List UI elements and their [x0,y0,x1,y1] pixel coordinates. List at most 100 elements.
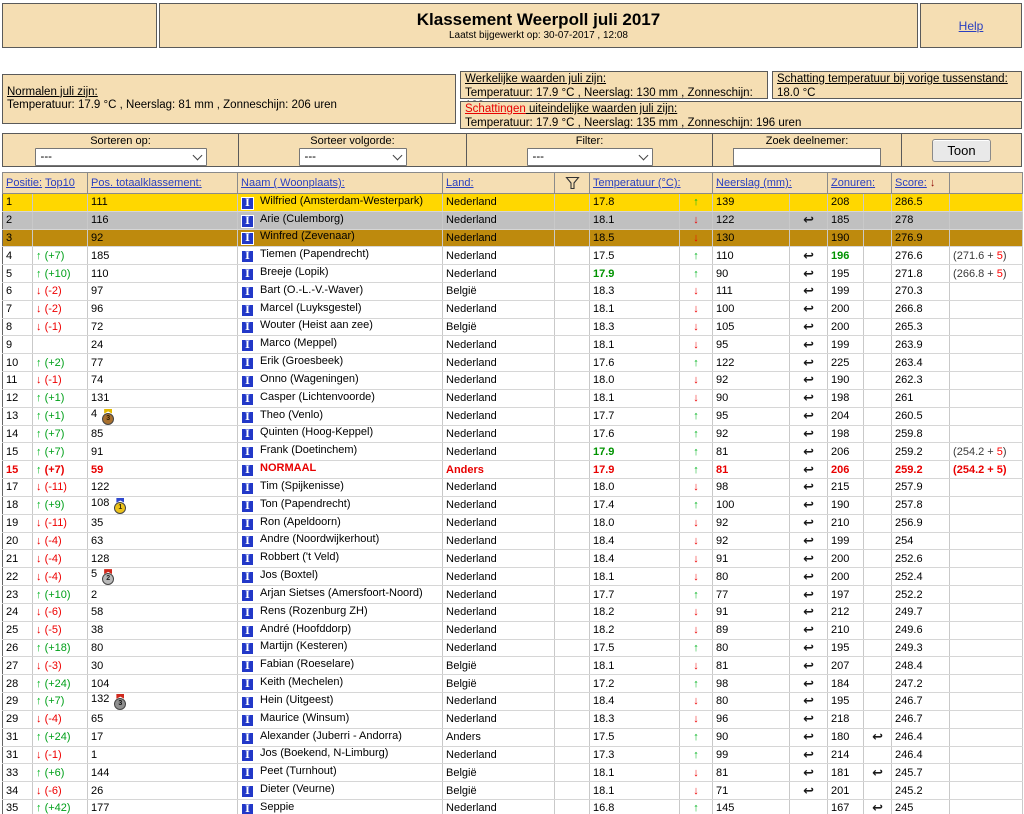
table-row: 29 ↓ (-4) 65 I Maurice (Winsum) Nederland 18.3… [2,710,1024,729]
ranking-table: Positie: Top10 Pos. totaalklassement: Na… [1,172,1024,814]
info-icon[interactable]: I [241,517,255,531]
filter-spacer-cell [554,763,591,783]
positie-cell: 17 [2,478,33,497]
neerslag-joker-cell: ↩ [789,211,829,230]
temperatuur-trend-cell: ↑ [679,674,714,693]
info-icon[interactable]: I [241,624,255,638]
zonuren-joker-cell [863,335,893,355]
table-row: 24 ↓ (-6) 58 I Rens (Rozenburg ZH) Nederland 1… [2,603,1024,622]
neerslag-cell: 81 [712,656,791,676]
info-icon[interactable]: I [241,446,255,460]
zonuren-joker-cell [863,442,893,462]
info-icon[interactable]: I [241,232,255,246]
top10-link[interactable]: Top10 [45,177,75,189]
filter-spacer-cell [554,335,591,355]
help-link[interactable]: Help [959,19,984,33]
sort-totaal-link[interactable]: Pos. totaalklassement: [91,177,202,189]
info-icon[interactable]: I [241,678,255,692]
score-note-cell [949,585,1024,604]
totaalklassement-cell: 110 [87,264,239,283]
info-icon[interactable]: I [241,357,255,371]
info-icon[interactable]: I [241,285,255,299]
sort-land-link[interactable]: Land: [446,177,474,189]
info-icon[interactable]: I [241,553,255,567]
neerslag-joker-cell: ↩ [789,389,829,408]
info-icon[interactable]: I [241,499,255,513]
info-icon[interactable]: I [241,196,255,210]
actual-values-box: Werkelijke waarden juli zijn: Temperatuu… [460,71,768,112]
info-icon[interactable]: I [241,410,255,424]
info-icon[interactable]: I [241,731,255,745]
zonuren-cell: 200 [827,300,865,319]
filter-select[interactable]: --- [526,147,653,166]
info-icon[interactable]: I [241,802,255,814]
trend-up-icon: ↑ [693,499,699,512]
info-icon[interactable]: I [241,268,255,282]
info-icon[interactable]: I [241,428,255,442]
temperatuur-cell: 18.3 [589,282,681,301]
participant-name: Martijn (Kesteren) [260,640,348,653]
info-icon[interactable]: I [241,785,255,798]
positie-cell: 9 [2,335,33,355]
trend-up-icon: ↑ [693,427,699,440]
info-icon[interactable]: I [241,749,255,763]
score-note-cell [949,692,1024,711]
info-icon[interactable]: I [241,606,255,620]
info-icon[interactable]: I [241,589,255,603]
temperatuur-cell: 18.3 [589,318,681,337]
info-icon[interactable]: I [241,535,255,549]
info-icon[interactable]: I [241,214,255,228]
joker-arrow-icon: ↩ [803,639,814,655]
info-icon[interactable]: I [241,481,255,495]
info-icon[interactable]: I [241,767,255,781]
info-icon[interactable]: I [241,250,255,264]
info-icon[interactable]: I [241,339,255,353]
sort-by-select[interactable]: --- [34,147,207,166]
search-input[interactable] [733,147,881,166]
info-icon[interactable]: I [241,321,255,335]
sort-zonuren-link[interactable]: Zonuren: [831,177,875,189]
zonuren-joker-cell: ↩ [863,799,893,814]
land-cell: Nederland [442,549,556,569]
temperatuur-trend-cell: ↓ [679,211,714,230]
neerslag-cell: 105 [712,318,791,337]
score-note-cell [949,746,1024,765]
info-icon[interactable]: I [241,374,255,388]
position-change: (-1) [44,374,62,387]
table-row: 17 ↓ (-11) 122 I Tim (Spijkenisse) Nederland 1… [2,478,1024,497]
info-icon[interactable]: I [241,464,255,478]
totaalklassement-cell: 58 [87,603,239,622]
zonuren-joker-cell [863,674,893,693]
position-change: (-4) [44,552,62,565]
sort-order-select[interactable]: --- [298,147,407,166]
info-icon[interactable]: I [241,571,255,585]
chevron-down-icon [638,150,648,160]
info-icon[interactable]: I [241,695,255,709]
temperatuur-trend-cell: ↑ [679,799,714,814]
sort-temperatuur-link[interactable]: Temperatuur (°C): [593,177,681,189]
sort-naam-link[interactable]: Naam ( Woonplaats): [241,177,345,189]
medal-icon: 3 [114,693,127,710]
position-change: (+24) [44,731,71,744]
zonuren-cell: 210 [827,514,865,533]
trend-up-icon: ↑ [36,427,42,440]
filter-spacer-cell [554,710,591,729]
chevron-down-icon [192,150,202,160]
filter-funnel-icon[interactable] [564,176,580,190]
filter-spacer-cell [554,353,591,372]
info-icon[interactable]: I [241,642,255,656]
joker-arrow-icon: ↩ [803,318,814,334]
info-icon[interactable]: I [241,660,255,674]
neerslag-cell: 80 [712,692,791,711]
trend-down-icon: ↓ [36,374,42,387]
info-icon[interactable]: I [241,713,255,727]
sort-score-link[interactable]: Score: [895,177,927,189]
info-icon[interactable]: I [241,392,255,406]
land-cell: Nederland [442,407,556,426]
show-button[interactable]: Toon [932,138,991,162]
info-icon[interactable]: I [241,303,255,317]
sort-positie-link[interactable]: Positie: [6,177,42,189]
positie-cell: 29 [2,710,33,729]
land-cell: Nederland [442,799,556,814]
sort-neerslag-link[interactable]: Neerslag (mm): [716,177,792,189]
